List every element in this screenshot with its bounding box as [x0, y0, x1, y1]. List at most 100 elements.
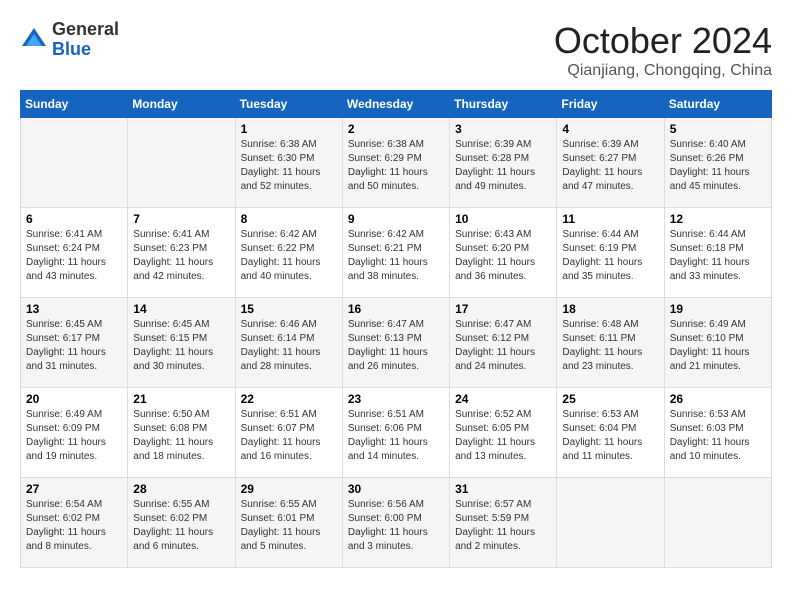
day-number: 14 [133, 302, 229, 316]
calendar-cell: 6Sunrise: 6:41 AMSunset: 6:24 PMDaylight… [21, 208, 128, 298]
cell-text: Sunset: 6:29 PM [348, 152, 444, 166]
cell-text: Daylight: 11 hours and 14 minutes. [348, 436, 444, 464]
cell-text: Sunrise: 6:55 AM [241, 498, 337, 512]
cell-text: Daylight: 11 hours and 45 minutes. [670, 166, 766, 194]
cell-text: Sunset: 6:22 PM [241, 242, 337, 256]
calendar-cell: 2Sunrise: 6:38 AMSunset: 6:29 PMDaylight… [342, 118, 449, 208]
calendar-cell: 21Sunrise: 6:50 AMSunset: 6:08 PMDayligh… [128, 388, 235, 478]
cell-text: Sunrise: 6:43 AM [455, 228, 551, 242]
cell-text: Daylight: 11 hours and 26 minutes. [348, 346, 444, 374]
day-number: 26 [670, 392, 766, 406]
calendar-week-1: 1Sunrise: 6:38 AMSunset: 6:30 PMDaylight… [21, 118, 772, 208]
cell-text: Sunrise: 6:44 AM [670, 228, 766, 242]
cell-text: Sunrise: 6:55 AM [133, 498, 229, 512]
calendar-cell: 26 Sunrise: 6:53 AMSunset: 6:03 PMDayligh… [664, 388, 771, 478]
calendar-cell: 5Sunrise: 6:40 AMSunset: 6:26 PMDaylight… [664, 118, 771, 208]
cell-text: Sunset: 6:26 PM [670, 152, 766, 166]
calendar-body: 1Sunrise: 6:38 AMSunset: 6:30 PMDaylight… [21, 118, 772, 568]
calendar-week-5: 27Sunrise: 6:54 AMSunset: 6:02 PMDayligh… [21, 478, 772, 568]
logo-blue: Blue [52, 39, 91, 59]
cell-text: Sunrise: 6:48 AM [562, 318, 658, 332]
day-number: 25 [562, 392, 658, 406]
cell-text: Daylight: 11 hours and 28 minutes. [241, 346, 337, 374]
day-number: 2 [348, 122, 444, 136]
calendar-cell: 14Sunrise: 6:45 AMSunset: 6:15 PMDayligh… [128, 298, 235, 388]
location: Qianjiang, Chongqing, China [554, 62, 772, 80]
weekday-tuesday: Tuesday [235, 91, 342, 118]
cell-text: Daylight: 11 hours and 13 minutes. [455, 436, 551, 464]
cell-text: Daylight: 11 hours and 52 minutes. [241, 166, 337, 194]
cell-text: Daylight: 11 hours and 43 minutes. [26, 256, 122, 284]
cell-text: Sunset: 6:28 PM [455, 152, 551, 166]
cell-text: Daylight: 11 hours and 30 minutes. [133, 346, 229, 374]
day-number: 5 [670, 122, 766, 136]
cell-text: Daylight: 11 hours and 3 minutes. [348, 526, 444, 554]
day-number: 17 [455, 302, 551, 316]
day-number: 31 [455, 482, 551, 496]
calendar-cell: 18Sunrise: 6:48 AMSunset: 6:11 PMDayligh… [557, 298, 664, 388]
cell-text: Sunrise: 6:39 AM [562, 138, 658, 152]
cell-text: Daylight: 11 hours and 23 minutes. [562, 346, 658, 374]
cell-text: Sunset: 6:03 PM [670, 422, 766, 436]
calendar-cell: 3Sunrise: 6:39 AMSunset: 6:28 PMDaylight… [450, 118, 557, 208]
calendar-cell: 10Sunrise: 6:43 AMSunset: 6:20 PMDayligh… [450, 208, 557, 298]
cell-text: Sunrise: 6:41 AM [133, 228, 229, 242]
cell-text: Sunset: 6:21 PM [348, 242, 444, 256]
day-number: 27 [26, 482, 122, 496]
day-number: 4 [562, 122, 658, 136]
cell-text: Daylight: 11 hours and 5 minutes. [241, 526, 337, 554]
calendar-cell: 4Sunrise: 6:39 AMSunset: 6:27 PMDaylight… [557, 118, 664, 208]
cell-text: Sunrise: 6:57 AM [455, 498, 551, 512]
day-number: 11 [562, 212, 658, 226]
cell-text: Sunrise: 6:42 AM [348, 228, 444, 242]
cell-text: Sunrise: 6:50 AM [133, 408, 229, 422]
calendar-week-2: 6Sunrise: 6:41 AMSunset: 6:24 PMDaylight… [21, 208, 772, 298]
logo-general: General [52, 19, 119, 39]
day-number: 29 [241, 482, 337, 496]
day-number: 15 [241, 302, 337, 316]
calendar-cell: 24Sunrise: 6:52 AMSunset: 6:05 PMDayligh… [450, 388, 557, 478]
cell-text: Sunset: 6:05 PM [455, 422, 551, 436]
logo-text: General Blue [52, 20, 119, 60]
day-number: 6 [26, 212, 122, 226]
cell-text: Sunrise: 6:44 AM [562, 228, 658, 242]
cell-text: Sunrise: 6:46 AM [241, 318, 337, 332]
weekday-thursday: Thursday [450, 91, 557, 118]
calendar-cell: 17Sunrise: 6:47 AMSunset: 6:12 PMDayligh… [450, 298, 557, 388]
calendar-table: SundayMondayTuesdayWednesdayThursdayFrid… [20, 90, 772, 568]
cell-text: Sunrise: 6:38 AM [241, 138, 337, 152]
cell-text: Daylight: 11 hours and 8 minutes. [26, 526, 122, 554]
calendar-cell: 27Sunrise: 6:54 AMSunset: 6:02 PMDayligh… [21, 478, 128, 568]
cell-text: Daylight: 11 hours and 36 minutes. [455, 256, 551, 284]
cell-text: Daylight: 11 hours and 2 minutes. [455, 526, 551, 554]
cell-text: Sunset: 6:19 PM [562, 242, 658, 256]
cell-text: Daylight: 11 hours and 10 minutes. [670, 436, 766, 464]
cell-text: Sunset: 6:18 PM [670, 242, 766, 256]
day-number: 10 [455, 212, 551, 226]
cell-text: Sunrise: 6:41 AM [26, 228, 122, 242]
day-number: 16 [348, 302, 444, 316]
cell-text: Daylight: 11 hours and 38 minutes. [348, 256, 444, 284]
cell-text: Sunset: 6:08 PM [133, 422, 229, 436]
cell-text: Daylight: 11 hours and 42 minutes. [133, 256, 229, 284]
cell-text: Sunset: 6:02 PM [26, 512, 122, 526]
cell-text: Sunset: 6:15 PM [133, 332, 229, 346]
day-number: 21 [133, 392, 229, 406]
cell-text: Sunset: 6:10 PM [670, 332, 766, 346]
calendar-cell: 1Sunrise: 6:38 AMSunset: 6:30 PMDaylight… [235, 118, 342, 208]
weekday-saturday: Saturday [664, 91, 771, 118]
day-number: 20 [26, 392, 122, 406]
calendar-cell: 12Sunrise: 6:44 AMSunset: 6:18 PMDayligh… [664, 208, 771, 298]
cell-text: Sunset: 6:01 PM [241, 512, 337, 526]
cell-text: Daylight: 11 hours and 16 minutes. [241, 436, 337, 464]
cell-text: Sunrise: 6:53 AM [670, 408, 766, 422]
weekday-monday: Monday [128, 91, 235, 118]
month-title: October 2024 [554, 20, 772, 62]
cell-text: Sunset: 6:11 PM [562, 332, 658, 346]
cell-text: Sunrise: 6:51 AM [348, 408, 444, 422]
cell-text: Daylight: 11 hours and 47 minutes. [562, 166, 658, 194]
cell-text: Sunrise: 6:39 AM [455, 138, 551, 152]
calendar-cell [664, 478, 771, 568]
cell-text: Daylight: 11 hours and 31 minutes. [26, 346, 122, 374]
day-number: 12 [670, 212, 766, 226]
